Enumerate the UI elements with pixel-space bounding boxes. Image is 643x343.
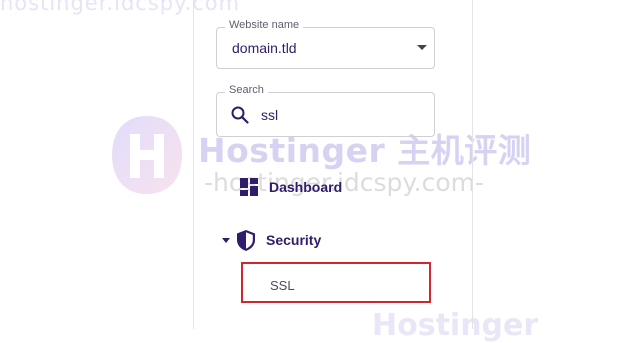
sidebar-right-divider	[472, 0, 473, 329]
website-name-select[interactable]: Website name domain.tld	[216, 19, 435, 69]
website-name-value: domain.tld	[232, 40, 297, 56]
dashboard-grid-icon	[240, 178, 258, 196]
sidebar-item-label: Security	[266, 232, 322, 248]
watermark-logo-icon	[112, 116, 182, 194]
search-label: Search	[225, 84, 268, 96]
sidebar-left-divider	[193, 0, 194, 329]
sidebar-subitem-label: SSL	[270, 278, 295, 293]
sidebar-subitem-ssl[interactable]: SSL	[241, 262, 431, 303]
expand-arrow-icon[interactable]	[222, 237, 230, 243]
sidebar-item-label: Dashboard	[269, 179, 343, 195]
watermark-bottom: Hostinger	[372, 308, 539, 343]
shield-icon	[237, 229, 255, 251]
website-name-label: Website name	[225, 19, 304, 31]
chevron-down-icon[interactable]	[417, 45, 427, 50]
sidebar-item-security[interactable]: Security	[222, 228, 321, 252]
watermark-top: hostinger.idcspy.com	[0, 0, 241, 15]
search-input[interactable]	[261, 107, 421, 123]
search-field[interactable]: Search	[216, 84, 435, 137]
sidebar-item-dashboard[interactable]: Dashboard	[240, 176, 342, 198]
search-icon	[231, 106, 249, 124]
